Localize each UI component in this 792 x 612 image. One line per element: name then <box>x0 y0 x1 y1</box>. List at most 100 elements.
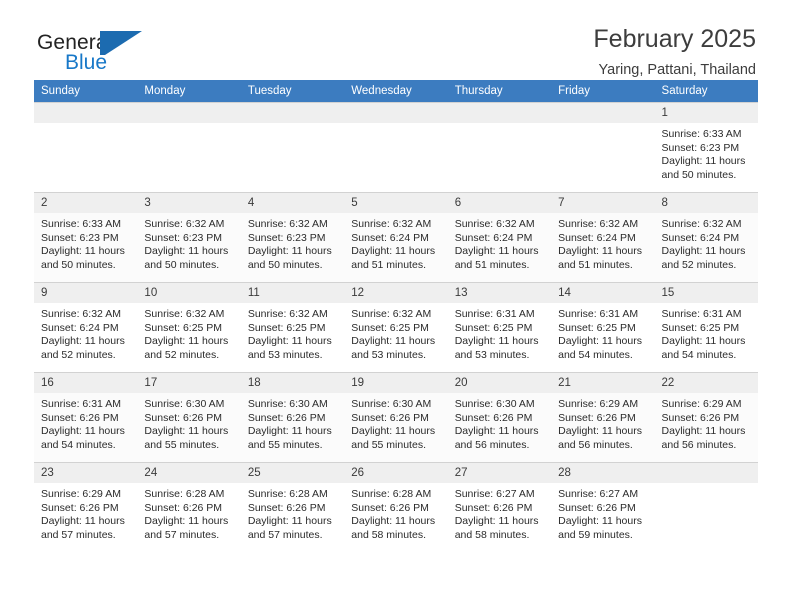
day-details: Sunrise: 6:32 AM Sunset: 6:25 PM Daylight:… <box>344 303 447 362</box>
day-number: 4 <box>240 193 345 213</box>
daylight-text: Daylight: 11 hours and 58 minutes. <box>351 515 436 541</box>
sunrise-text: Sunrise: 6:30 AM <box>351 398 432 410</box>
calendar-day-cell[interactable]: 4 Sunrise: 6:32 AM Sunset: 6:23 PM Daylight… <box>240 192 345 283</box>
calendar-day-cell[interactable]: 21 Sunrise: 6:29 AM Sunset: 6:26 PM Dayligh… <box>551 372 655 463</box>
calendar-day-cell[interactable]: 3 Sunrise: 6:32 AM Sunset: 6:23 PM Daylight… <box>137 192 241 283</box>
day-details: Sunrise: 6:30 AM Sunset: 6:26 PM Daylight:… <box>344 393 447 452</box>
daylight-text: Daylight: 11 hours and 52 minutes. <box>144 335 229 361</box>
daylight-text: Daylight: 11 hours and 53 minutes. <box>351 335 436 361</box>
calendar-day-cell[interactable]: 11 Sunrise: 6:32 AM Sunset: 6:25 PM Dayligh… <box>240 282 345 373</box>
calendar-day-cell[interactable]: 26 Sunrise: 6:28 AM Sunset: 6:26 PM Dayligh… <box>344 462 448 553</box>
day-number: 26 <box>344 463 448 483</box>
general-blue-logo[interactable]: General Blue <box>37 26 147 74</box>
sunset-text: Sunset: 6:26 PM <box>454 411 533 424</box>
day-number: 22 <box>654 373 758 393</box>
calendar-day-cell[interactable]: 5 Sunrise: 6:32 AM Sunset: 6:24 PM Daylight… <box>344 192 448 283</box>
sunrise-sunset-calendar: Sunday Monday Tuesday Wednesday Thursday Frid… <box>34 80 758 553</box>
calendar-day-cell[interactable]: 18 Sunrise: 6:30 AM Sunset: 6:26 PM Dayligh… <box>240 372 345 463</box>
calendar-day-cell[interactable]: 25 Sunrise: 6:28 AM Sunset: 6:26 PM Dayligh… <box>240 462 345 553</box>
sunrise-text: Sunrise: 6:28 AM <box>247 488 328 500</box>
day-number: 2 <box>34 193 138 213</box>
daylight-text: Daylight: 11 hours and 57 minutes. <box>41 515 125 541</box>
calendar-day-cell[interactable]: 14 Sunrise: 6:31 AM Sunset: 6:25 PM Dayligh… <box>551 282 655 373</box>
calendar-day-cell[interactable]: 1 Sunrise: 6:33 AM Sunset: 6:23 PM Daylight… <box>654 102 758 193</box>
sunset-text: Sunset: 6:26 PM <box>558 501 636 514</box>
calendar-day-cell[interactable]: 8 Sunrise: 6:32 AM Sunset: 6:24 PM Daylight… <box>654 192 758 283</box>
day-details: Sunrise: 6:32 AM Sunset: 6:24 PM Daylight:… <box>344 213 447 272</box>
calendar-day-cell-empty <box>654 462 758 553</box>
day-details: Sunrise: 6:32 AM Sunset: 6:23 PM Daylight:… <box>241 213 344 272</box>
daylight-text: Daylight: 11 hours and 56 minutes. <box>558 425 642 451</box>
calendar-day-cell[interactable]: 2 Sunrise: 6:33 AM Sunset: 6:23 PM Daylight… <box>34 192 138 283</box>
day-number: 24 <box>137 463 241 483</box>
calendar-day-cell[interactable]: 7 Sunrise: 6:32 AM Sunset: 6:24 PM Daylight… <box>551 192 655 283</box>
day-details: Sunrise: 6:32 AM Sunset: 6:24 PM Daylight:… <box>34 303 137 362</box>
daylight-text: Daylight: 11 hours and 55 minutes. <box>351 425 436 451</box>
calendar-day-cell[interactable]: 9 Sunrise: 6:32 AM Sunset: 6:24 PM Daylight… <box>34 282 138 373</box>
sunrise-text: Sunrise: 6:27 AM <box>558 488 639 500</box>
weekday-header-sunday: Sunday <box>34 80 138 103</box>
day-details: Sunrise: 6:30 AM Sunset: 6:26 PM Daylight:… <box>448 393 551 452</box>
sunrise-text: Sunrise: 6:32 AM <box>144 308 225 320</box>
sunset-text: Sunset: 6:24 PM <box>41 321 119 334</box>
day-details: Sunrise: 6:29 AM Sunset: 6:26 PM Daylight:… <box>551 393 654 452</box>
day-details: Sunrise: 6:32 AM Sunset: 6:24 PM Daylight:… <box>448 213 551 272</box>
calendar-week-row: 23 Sunrise: 6:29 AM Sunset: 6:26 PM Dayligh… <box>34 462 758 553</box>
day-number: 9 <box>34 283 138 303</box>
daylight-text: Daylight: 11 hours and 51 minutes. <box>454 245 539 271</box>
calendar-day-cell[interactable]: 24 Sunrise: 6:28 AM Sunset: 6:26 PM Dayligh… <box>137 462 241 553</box>
sunset-text: Sunset: 6:26 PM <box>41 411 119 424</box>
calendar-day-cell[interactable]: 17 Sunrise: 6:30 AM Sunset: 6:26 PM Dayligh… <box>137 372 241 463</box>
day-number <box>240 103 345 123</box>
calendar-day-cell[interactable]: 12 Sunrise: 6:32 AM Sunset: 6:25 PM Dayligh… <box>344 282 448 373</box>
daylight-text: Daylight: 11 hours and 54 minutes. <box>41 425 125 451</box>
calendar-day-cell[interactable]: 22 Sunrise: 6:29 AM Sunset: 6:26 PM Dayligh… <box>654 372 758 463</box>
calendar-week-row: 2 Sunrise: 6:33 AM Sunset: 6:23 PM Daylight… <box>34 192 758 283</box>
day-number <box>551 103 655 123</box>
calendar-day-cell[interactable]: 20 Sunrise: 6:30 AM Sunset: 6:26 PM Dayligh… <box>447 372 552 463</box>
calendar-day-cell[interactable]: 28 Sunrise: 6:27 AM Sunset: 6:26 PM Dayligh… <box>551 462 655 553</box>
day-number: 10 <box>137 283 241 303</box>
calendar-day-cell[interactable]: 16 Sunrise: 6:31 AM Sunset: 6:26 PM Dayligh… <box>34 372 138 463</box>
calendar-day-cell[interactable]: 23 Sunrise: 6:29 AM Sunset: 6:26 PM Dayligh… <box>34 462 138 553</box>
calendar-body: 1 Sunrise: 6:33 AM Sunset: 6:23 PM Daylight… <box>34 102 758 553</box>
sunrise-text: Sunrise: 6:30 AM <box>247 398 328 410</box>
day-details: Sunrise: 6:27 AM Sunset: 6:26 PM Daylight:… <box>551 483 654 542</box>
day-details: Sunrise: 6:29 AM Sunset: 6:26 PM Daylight:… <box>34 483 137 542</box>
daylight-text: Daylight: 11 hours and 57 minutes. <box>144 515 229 541</box>
day-number: 17 <box>137 373 241 393</box>
day-number: 19 <box>344 373 448 393</box>
calendar-day-cell[interactable]: 19 Sunrise: 6:30 AM Sunset: 6:26 PM Dayligh… <box>344 372 448 463</box>
daylight-text: Daylight: 11 hours and 52 minutes. <box>41 335 125 361</box>
calendar-week-row: 1 Sunrise: 6:33 AM Sunset: 6:23 PM Daylight… <box>34 102 758 193</box>
sunrise-text: Sunrise: 6:31 AM <box>558 308 639 320</box>
day-details: Sunrise: 6:30 AM Sunset: 6:26 PM Daylight:… <box>137 393 240 452</box>
weekday-header-tuesday: Tuesday <box>240 80 345 103</box>
day-number: 27 <box>447 463 552 483</box>
daylight-text: Daylight: 11 hours and 53 minutes. <box>454 335 539 361</box>
weekday-header-monday: Monday <box>137 80 241 103</box>
sunset-text: Sunset: 6:26 PM <box>558 411 636 424</box>
calendar-day-cell[interactable]: 27 Sunrise: 6:27 AM Sunset: 6:26 PM Dayligh… <box>447 462 552 553</box>
weekday-header-friday: Friday <box>551 80 655 103</box>
sunset-text: Sunset: 6:24 PM <box>558 231 636 244</box>
page-title: February 2025 <box>593 25 756 53</box>
day-number: 5 <box>344 193 448 213</box>
calendar-week-row: 9 Sunrise: 6:32 AM Sunset: 6:24 PM Daylight… <box>34 282 758 373</box>
calendar-day-cell[interactable]: 10 Sunrise: 6:32 AM Sunset: 6:25 PM Dayligh… <box>137 282 241 373</box>
sunset-text: Sunset: 6:26 PM <box>351 501 429 514</box>
day-number: 13 <box>447 283 552 303</box>
calendar-day-cell[interactable]: 15 Sunrise: 6:31 AM Sunset: 6:25 PM Dayligh… <box>654 282 758 373</box>
page-subtitle: Yaring, Pattani, Thailand <box>598 62 756 79</box>
day-number <box>137 103 241 123</box>
daylight-text: Daylight: 11 hours and 52 minutes. <box>661 245 746 271</box>
day-number: 11 <box>240 283 345 303</box>
calendar-day-cell[interactable]: 13 Sunrise: 6:31 AM Sunset: 6:25 PM Dayligh… <box>447 282 552 373</box>
daylight-text: Daylight: 11 hours and 57 minutes. <box>247 515 332 541</box>
sunrise-text: Sunrise: 6:29 AM <box>661 398 742 410</box>
day-details: Sunrise: 6:32 AM Sunset: 6:24 PM Daylight:… <box>551 213 654 272</box>
sunrise-text: Sunrise: 6:31 AM <box>661 308 742 320</box>
calendar-day-cell[interactable]: 6 Sunrise: 6:32 AM Sunset: 6:24 PM Daylight… <box>447 192 552 283</box>
day-number: 23 <box>34 463 138 483</box>
day-number: 6 <box>447 193 552 213</box>
